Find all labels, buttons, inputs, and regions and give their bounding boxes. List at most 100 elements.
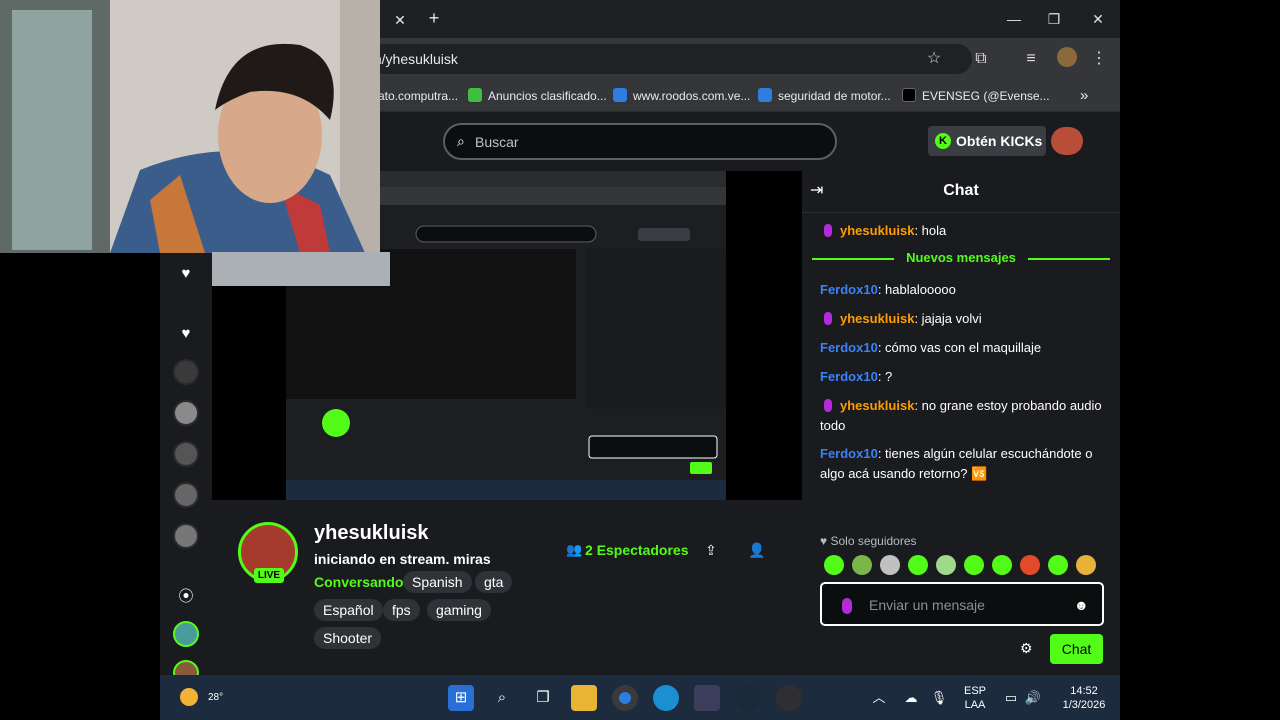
- file-explorer-icon[interactable]: [571, 685, 597, 711]
- viewer-count: 2 Espectadores: [585, 542, 689, 558]
- menu-icon[interactable]: ⋮: [1088, 48, 1110, 70]
- mic-badge-icon: [824, 399, 832, 412]
- followed-channel-avatar[interactable]: [173, 482, 199, 508]
- emote-icon[interactable]: [964, 555, 984, 575]
- tag-chip[interactable]: gta: [475, 571, 513, 593]
- get-kicks-button[interactable]: K Obtén KICKs: [928, 126, 1046, 156]
- send-chat-button[interactable]: Chat: [1050, 634, 1103, 664]
- chat-username[interactable]: yhesukluisk: [840, 398, 914, 413]
- clock[interactable]: 14:52 1/3/2026: [1048, 684, 1120, 712]
- share-icon[interactable]: ⇪: [702, 541, 720, 559]
- bookmark-favicon-icon: [758, 88, 772, 102]
- live-broadcast-icon[interactable]: ⦿: [175, 586, 197, 608]
- stream-category[interactable]: Conversando: [314, 574, 403, 590]
- following-heart-icon[interactable]: ♥: [175, 263, 197, 285]
- steam-icon[interactable]: [735, 685, 761, 711]
- tag-chip[interactable]: gaming: [427, 599, 491, 621]
- new-tab-icon[interactable]: +: [424, 8, 444, 28]
- chat-message: Ferdox10: ?: [820, 369, 893, 384]
- chat-message: Ferdox10: cómo vas con el maquillaje: [820, 340, 1042, 355]
- tag-chip[interactable]: Shooter: [314, 627, 382, 649]
- bookmark-item[interactable]: seguridad de motor...: [758, 87, 891, 105]
- chat-settings-gear-icon[interactable]: ⚙: [1020, 640, 1036, 656]
- emote-icon[interactable]: [824, 555, 844, 575]
- followed-channel-avatar[interactable]: [173, 359, 199, 385]
- extensions-icon[interactable]: ⧉: [970, 48, 992, 70]
- heart-icon[interactable]: ♥: [175, 323, 197, 345]
- chat-username[interactable]: yhesukluisk: [840, 311, 914, 326]
- bookmark-favicon-icon: [613, 88, 627, 102]
- weather-widget[interactable]: 28°: [180, 684, 223, 712]
- live-badge: LIVE: [254, 568, 284, 583]
- maximize-icon[interactable]: ❐: [1042, 8, 1066, 30]
- bookmark-item[interactable]: www.roodos.com.ve...: [613, 87, 750, 105]
- emote-icon[interactable]: [1048, 555, 1068, 575]
- close-window-icon[interactable]: ✕: [1086, 8, 1110, 30]
- stream-title: iniciando en stream. miras: [314, 551, 491, 567]
- emote-icon[interactable]: [936, 555, 956, 575]
- chat-username[interactable]: yhesukluisk: [840, 223, 914, 238]
- emote-icon[interactable]: [1020, 555, 1040, 575]
- start-icon[interactable]: ⊞: [448, 685, 474, 711]
- webcam-overlay-echo: [212, 252, 390, 286]
- mic-icon[interactable]: [842, 598, 852, 614]
- user-avatar[interactable]: [1051, 127, 1083, 155]
- bookmark-item[interactable]: EVENSEG (@Evense...: [902, 87, 1050, 105]
- followed-channel-avatar[interactable]: [173, 441, 199, 467]
- media-controls-icon[interactable]: ≡: [1020, 48, 1042, 70]
- volume-icon[interactable]: 🔊: [1024, 689, 1042, 707]
- tag-chip[interactable]: Spanish: [403, 571, 472, 593]
- edge-icon[interactable]: [653, 685, 679, 711]
- emote-icon[interactable]: [992, 555, 1012, 575]
- recommended-channel-avatar[interactable]: [173, 621, 199, 647]
- followers-only-notice: ♥ Solo seguidores: [820, 534, 917, 548]
- minimize-icon[interactable]: —: [1002, 8, 1026, 30]
- task-view-icon[interactable]: ❐: [530, 685, 556, 711]
- chrome-icon[interactable]: [612, 685, 638, 711]
- bookmark-item[interactable]: Anuncios clasificado...: [468, 87, 607, 105]
- bookmark-star-icon[interactable]: ☆: [923, 48, 945, 70]
- chat-message-input[interactable]: Enviar un mensaje ☻: [820, 582, 1104, 626]
- chat-message: yhesukluisk: no grane estoy probando aud…: [820, 398, 1102, 433]
- emoji-icon[interactable]: ☻: [1074, 597, 1090, 613]
- new-messages-divider: Nuevos mensajes: [812, 248, 1110, 268]
- emote-icon[interactable]: [1076, 555, 1096, 575]
- tag-chip[interactable]: Español: [314, 599, 383, 621]
- webcam-person-photo: [0, 0, 380, 253]
- chat-header: ⇥ Chat: [802, 171, 1120, 213]
- bookmark-item[interactable]: ato.computra...: [378, 87, 458, 105]
- chat-message: Ferdox10: hablalooooo: [820, 282, 956, 297]
- language-indicator[interactable]: ESP LAA: [958, 684, 992, 712]
- bookmark-favicon-icon: [468, 88, 482, 102]
- close-tab-icon[interactable]: ✕: [390, 10, 410, 30]
- show-hidden-icons-icon[interactable]: ︿: [870, 689, 888, 707]
- chat-username[interactable]: Ferdox10: [820, 369, 878, 384]
- search-taskbar-icon[interactable]: ⌕: [489, 685, 515, 711]
- followed-channel-avatar[interactable]: [173, 400, 199, 426]
- chat-username[interactable]: Ferdox10: [820, 446, 878, 461]
- channel-name[interactable]: yhesukluisk: [314, 522, 429, 545]
- emote-icon[interactable]: [880, 555, 900, 575]
- channel-info: LIVE yhesukluisk iniciando en stream. mi…: [212, 500, 802, 675]
- left-sidebar: ♥ ♥ ⦿: [160, 253, 212, 686]
- obs-icon[interactable]: [776, 685, 802, 711]
- emote-icon[interactable]: [908, 555, 928, 575]
- chat-username[interactable]: Ferdox10: [820, 340, 878, 355]
- follow-icon[interactable]: 👤: [748, 541, 766, 559]
- tag-chip[interactable]: fps: [383, 599, 420, 621]
- followed-channel-avatar[interactable]: [173, 523, 199, 549]
- url-field[interactable]: m/yhesukluisk: [370, 44, 972, 74]
- microphone-icon[interactable]: 🎙: [930, 689, 948, 707]
- search-icon: ⌕: [457, 133, 465, 149]
- weather-sun-icon: [180, 688, 198, 706]
- store-icon[interactable]: [694, 685, 720, 711]
- onedrive-icon[interactable]: ☁: [902, 689, 920, 707]
- emote-icon[interactable]: [852, 555, 872, 575]
- emote-bar: [820, 555, 1110, 577]
- profile-avatar[interactable]: [1057, 47, 1077, 67]
- more-bookmarks-icon[interactable]: »: [1080, 87, 1088, 105]
- search-input[interactable]: ⌕ Buscar: [443, 123, 837, 160]
- chat-username[interactable]: Ferdox10: [820, 282, 878, 297]
- network-icon[interactable]: ▭: [1002, 689, 1020, 707]
- url-text: m/yhesukluisk: [370, 51, 458, 67]
